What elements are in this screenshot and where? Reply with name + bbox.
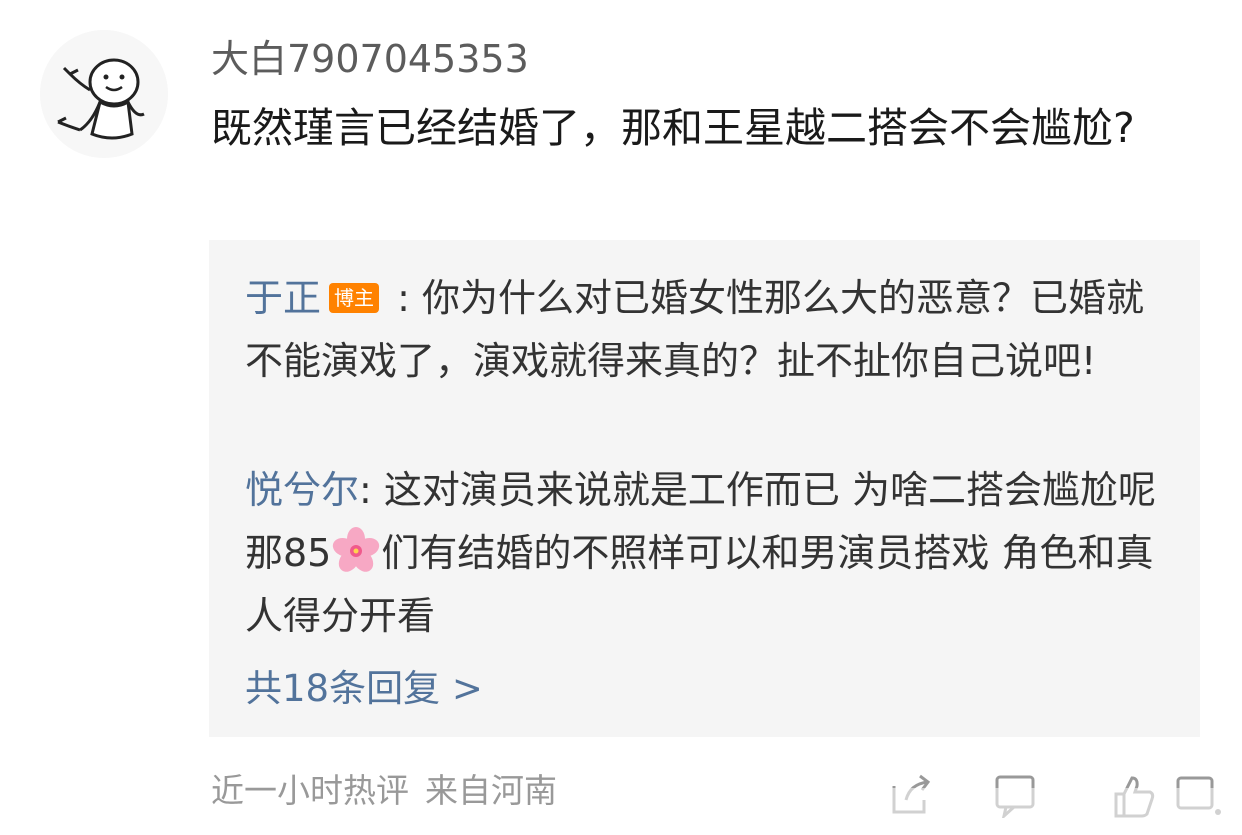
reply-separator: : bbox=[359, 468, 384, 512]
reply-item[interactable]: 悦兮尔: 这对演员来说就是工作而已 为啥二搭会尴尬呢 那85 们有结婚的不照样可… bbox=[245, 459, 1170, 648]
comment-text: 既然瑾言已经结婚了，那和王星越二搭会不会尴尬? bbox=[211, 104, 1135, 152]
reply-author[interactable]: 悦兮尔 bbox=[245, 468, 359, 512]
comment-meta: 近一小时热评 来自河南 bbox=[211, 768, 557, 814]
comment-time: 近一小时热评 bbox=[211, 771, 409, 810]
reply-box[interactable]: 于正 博主 : 你为什么对已婚女性那么大的恶意？已婚就不能演戏了，演戏就得来真的？… bbox=[209, 240, 1200, 737]
reply-author[interactable]: 于正 bbox=[245, 276, 321, 320]
reply-text: 你为什么对已婚女性那么大的恶意？已婚就不能演戏了，演戏就得来真的？扯不扯你自己说… bbox=[245, 276, 1144, 383]
comment-username[interactable]: 大白7907045353 bbox=[211, 34, 529, 84]
blogger-badge: 博主 bbox=[329, 283, 380, 313]
avatar[interactable] bbox=[40, 30, 168, 158]
comment-location: 来自河南 bbox=[425, 771, 557, 810]
doodle-avatar-icon bbox=[40, 30, 168, 158]
reply-item[interactable]: 于正 博主 : 你为什么对已婚女性那么大的恶意？已婚就不能演戏了，演戏就得来真的？… bbox=[245, 267, 1170, 393]
cherry-blossom-emoji bbox=[333, 527, 380, 572]
watermark-overlay bbox=[888, 788, 1238, 824]
reply-separator: : bbox=[385, 276, 422, 320]
reply-text: 们有结婚的不照样可以和男演员搭戏 角色和真人得分开看 bbox=[245, 531, 1154, 638]
more-replies-link[interactable]: 共18条回复 > bbox=[245, 661, 483, 717]
